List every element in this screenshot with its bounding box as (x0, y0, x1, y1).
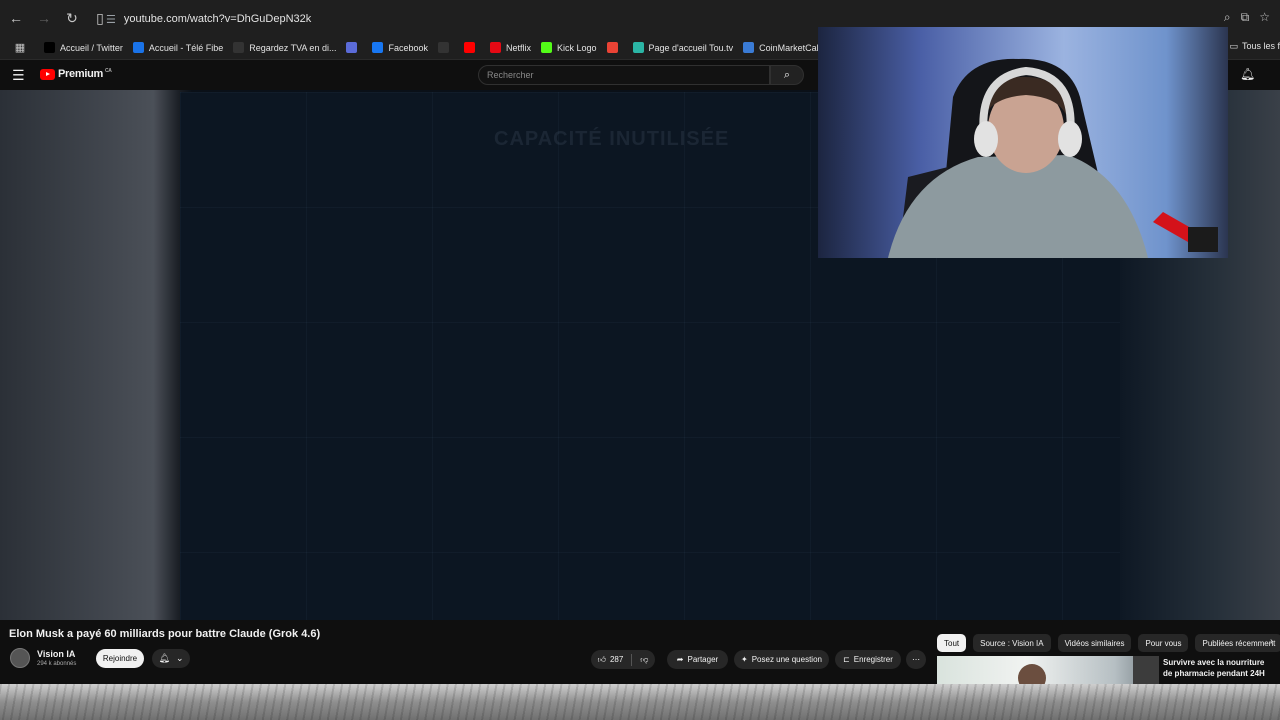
ask-label: Posez une question (751, 655, 822, 664)
filter-chip[interactable]: Source : Vision IA (973, 634, 1051, 652)
bookmark-item[interactable]: Accueil - Télé Fibe (132, 42, 224, 53)
filter-chip[interactable]: Pour vous (1138, 634, 1189, 652)
site-info-icon[interactable]: ☰ (106, 13, 116, 26)
chatgpt-icon (346, 42, 358, 53)
bookmark-item[interactable]: Facebook (372, 42, 428, 53)
channel-avatar[interactable] (10, 648, 30, 668)
channel-name[interactable]: Vision IA (37, 649, 75, 659)
desktop-background-strip (0, 684, 1280, 720)
coinmarketcal-icon (743, 42, 755, 53)
all-bookmarks-folder[interactable]: ▭ Tous les f (1229, 41, 1280, 52)
facebook-icon (372, 42, 384, 53)
share-label: Partager (687, 655, 719, 664)
x-logo-icon (44, 42, 55, 53)
recommendation-thumbnail[interactable] (937, 656, 1159, 684)
filter-chip[interactable]: Vidéos similaires (1057, 634, 1132, 652)
like-dislike-group: 👍︎ 287 👎︎ (591, 650, 655, 669)
back-arrow-icon[interactable]: ← (4, 6, 28, 30)
bookmark-label: Netflix (505, 42, 531, 53)
recommendation-title[interactable]: Survivre avec la nourriture de pharmacie… (1163, 657, 1275, 679)
bookmark-item[interactable] (463, 42, 480, 53)
search-button[interactable]: ⌕ (770, 65, 804, 85)
all-bookmarks-label: Tous les f (1241, 41, 1280, 51)
youtube-premium-logo[interactable]: Premium CA (40, 68, 112, 80)
bookmark-item[interactable]: Page d'accueil Tou.tv (632, 42, 734, 53)
zoom-icon[interactable]: ⌕ (1224, 10, 1231, 25)
like-count: 287 (609, 655, 624, 664)
save-button[interactable]: ⊏ Enregistrer (835, 650, 901, 669)
hamburger-menu-icon[interactable]: ☰ (12, 67, 25, 84)
bookmark-item[interactable]: Regardez TVA en di... (233, 42, 336, 53)
bell-icon: 🔔︎ (158, 653, 170, 663)
thumbs-up-icon: 👍︎ (597, 654, 606, 664)
kick-icon (541, 42, 552, 53)
recommendation-filter-chips: Tout Source : Vision IA Vidéos similaires P… (937, 634, 1280, 652)
logo-text: Premium (58, 68, 103, 80)
filter-chip[interactable]: Tout (937, 634, 967, 652)
more-icon: ⋯ (912, 655, 920, 664)
thumbnail-image (1018, 656, 1159, 684)
ask-question-button[interactable]: ✦ Posez une question (734, 650, 829, 669)
install-icon[interactable]: ⧉ (1241, 10, 1250, 25)
stake-icon (437, 42, 449, 53)
search-input[interactable]: Rechercher (478, 65, 770, 85)
youtube-play-icon (40, 68, 55, 80)
logo-region: CA (104, 68, 112, 74)
channel-subscriber-count: 294 k abonnés (37, 661, 77, 667)
like-button[interactable]: 👍︎ 287 (598, 655, 624, 665)
search-icon: ⌕ (783, 68, 791, 81)
join-button[interactable]: Rejoindre (96, 649, 144, 668)
bookmark-label: Page d'accueil Tou.tv (648, 42, 734, 53)
bookmark-icon: ⊏ (843, 655, 850, 664)
more-actions-button[interactable]: ⋯ (906, 650, 926, 669)
youtube-icon (463, 42, 475, 53)
url-text: youtube.com/watch?v=DhGuDepN32k (123, 13, 312, 25)
bookmark-label: Regardez TVA en di... (249, 42, 337, 53)
notifications-bell-icon[interactable]: 🔔︎ (1240, 67, 1255, 81)
thumbs-down-icon: 👎︎ (640, 654, 649, 664)
webcam-overlay (818, 27, 1228, 258)
subscription-bell-button[interactable]: 🔔︎ ⌄ (152, 649, 190, 668)
tva-icon (233, 42, 245, 53)
bookmark-item[interactable]: Kick Logo (541, 42, 597, 53)
bookmark-item[interactable]: Netflix (489, 42, 531, 53)
share-icon: ➦ (676, 655, 684, 664)
share-button[interactable]: ➦ Partager (667, 650, 728, 669)
video-title: Elon Musk a payé 60 milliards pour battr… (9, 628, 321, 640)
video-frame-caption: CAPACITÉ INUTILISÉE (494, 128, 730, 150)
bookmark-star-icon[interactable]: ☆ (1259, 10, 1270, 25)
webcam-person-image (818, 27, 1228, 258)
chevron-down-icon: ⌄ (175, 653, 184, 663)
bookmark-label: Accueil - Télé Fibe (148, 42, 224, 53)
netflix-icon (489, 42, 501, 53)
bookmark-label: Accueil / Twitter (60, 42, 123, 53)
like-divider (631, 653, 633, 666)
chevron-right-icon[interactable]: › (1270, 636, 1273, 647)
filter-chip[interactable]: Publiées récemment (1195, 634, 1280, 652)
forward-arrow-icon[interactable]: → (32, 6, 56, 30)
bookmark-item[interactable] (606, 42, 623, 53)
gmail-icon (606, 42, 618, 53)
bookmark-item[interactable] (437, 42, 454, 53)
folder-icon: ▭ (1229, 41, 1238, 51)
browser-right-icons: ⌕ ⧉ ☆ (1224, 10, 1270, 25)
apps-grid-icon[interactable]: ▦ (8, 36, 32, 59)
sparkle-icon: ✦ (741, 655, 748, 664)
toutv-icon (632, 42, 644, 53)
reload-icon[interactable]: ↻ (60, 6, 84, 30)
bookmark-label: Kick Logo (557, 42, 597, 53)
bookmark-item[interactable] (346, 42, 362, 53)
dislike-button[interactable]: 👎︎ (640, 655, 648, 665)
bookmark-item[interactable]: Accueil / Twitter (44, 42, 123, 53)
save-label: Enregistrer (853, 655, 893, 664)
bookmark-label: Facebook (388, 42, 428, 53)
fibe-icon (132, 42, 144, 53)
